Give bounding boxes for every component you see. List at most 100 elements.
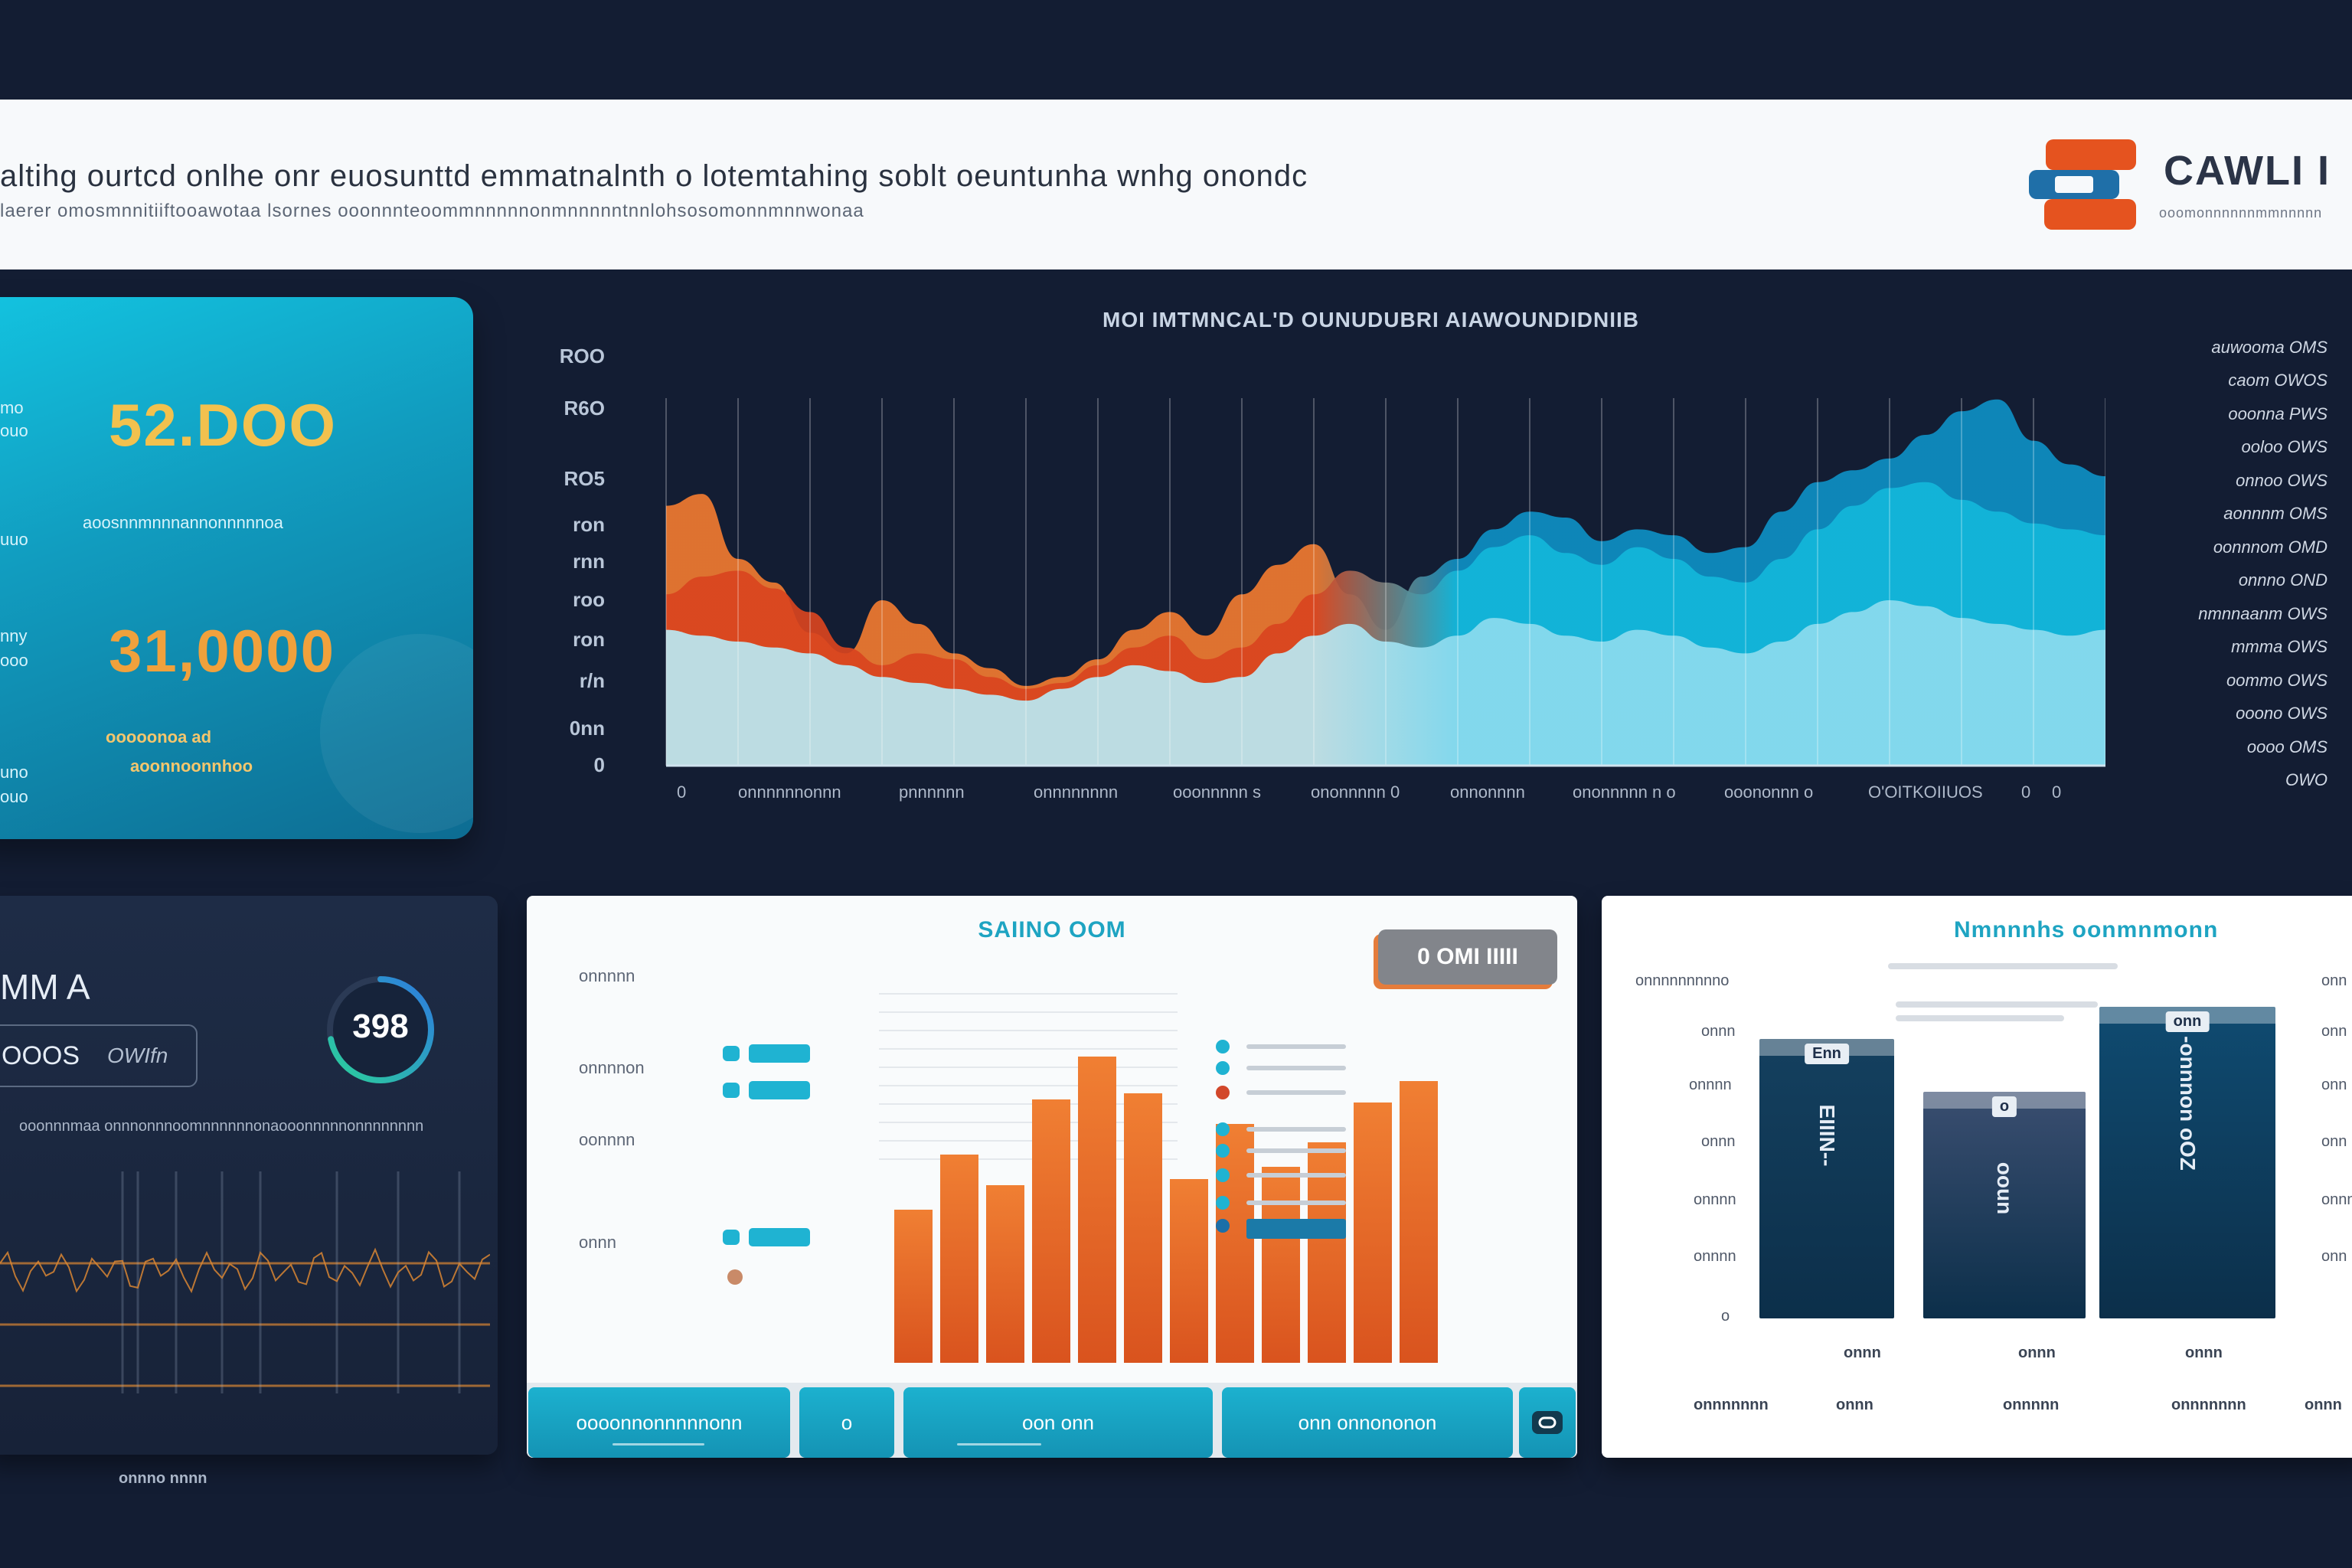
brand-logo-icon[interactable] — [2029, 139, 2136, 230]
brand-name[interactable]: CAWLI I — [2164, 147, 2331, 194]
legend-item[interactable]: aonnnm OMS — [2174, 498, 2328, 531]
column-bar[interactable]: o ooun — [1923, 1092, 2086, 1318]
kpi-primary-value: 52.DOO — [109, 391, 338, 459]
x-tick-label: 0 — [2052, 782, 2062, 802]
kpi-side-label: ooo — [0, 651, 28, 670]
legend-item[interactable]: oommo OWS — [2174, 664, 2328, 697]
footer-dot-button[interactable]: o — [799, 1387, 894, 1458]
bar[interactable] — [1216, 1124, 1254, 1363]
legend-item[interactable]: ooonna PWS — [2174, 397, 2328, 431]
footer-action-label: oooonnonnnnnonn — [576, 1410, 743, 1434]
bar[interactable] — [1262, 1167, 1300, 1363]
bar[interactable] — [1400, 1081, 1438, 1363]
legend-item[interactable]: ooono OWS — [2174, 697, 2328, 731]
column-value-label: ooun — [1993, 1162, 2017, 1215]
legend-item[interactable]: OWO — [2174, 764, 2328, 798]
column-x-label: onnn — [1844, 1344, 1881, 1361]
gauge-value: 398 — [352, 1008, 409, 1045]
bar[interactable] — [1170, 1179, 1208, 1363]
metric-pill[interactable]: OOOS OWIfn — [0, 1024, 198, 1087]
bar[interactable] — [940, 1155, 978, 1363]
bar[interactable] — [894, 1210, 933, 1363]
list-bullet — [1216, 1061, 1230, 1075]
list-line[interactable] — [1246, 1219, 1346, 1239]
legend-item[interactable]: nmnnaanm OWS — [2174, 597, 2328, 631]
list-line — [1246, 1090, 1346, 1095]
column-value-label: -onnnon oOZ — [2176, 1036, 2200, 1171]
footer-action-button[interactable]: oon onn — [903, 1387, 1213, 1458]
list-bullet — [1216, 1122, 1230, 1136]
footer-caption: onnno nnnn — [119, 1470, 207, 1487]
link-icon — [1532, 1411, 1563, 1434]
legend-item[interactable]: oooo OMS — [2174, 730, 2328, 764]
bar-legend-dot — [723, 1230, 740, 1245]
y-tick-label: ron — [573, 628, 605, 651]
legend-item[interactable]: auwooma OMS — [2174, 331, 2328, 364]
legend-item[interactable]: onnno OND — [2174, 564, 2328, 598]
bar-legend-dot — [723, 1046, 740, 1061]
column-badge: onn — [2165, 1011, 2210, 1033]
footer-action-button[interactable]: oooonnonnnnnonn — [528, 1387, 790, 1458]
x-tick-label: 0 — [2021, 782, 2031, 802]
decorative-glow — [320, 634, 473, 833]
legend-item[interactable]: caom OWOS — [2174, 364, 2328, 398]
list-line — [1246, 1200, 1346, 1205]
legend-item[interactable]: ooloo OWS — [2174, 431, 2328, 465]
summary-line — [1896, 1001, 2098, 1008]
column-y-label: o — [1721, 1308, 1730, 1325]
orange-bar-plot[interactable]: ooooooooooooooooo — [573, 949, 1537, 1386]
button-underline — [957, 1443, 1041, 1446]
bar[interactable] — [986, 1185, 1024, 1363]
column-x-label-secondary: onnnnnnn — [1694, 1396, 1769, 1413]
kpi-side-label: uno — [0, 763, 28, 782]
column-y-label-right: onn — [2321, 1076, 2347, 1093]
summary-line — [1896, 1015, 2064, 1021]
x-tick-label: onnnnnnnn — [1034, 782, 1119, 802]
column-x-label-secondary: onnnnnnn — [2171, 1396, 2246, 1413]
y-tick-label: roo — [573, 588, 605, 611]
list-line — [1246, 1066, 1346, 1070]
list-line — [1246, 1148, 1346, 1153]
bar[interactable] — [1124, 1093, 1162, 1363]
footer-link-button[interactable] — [1519, 1387, 1576, 1458]
chart-legend-list: auwooma OMS caom OWOS ooonna PWS ooloo OWS o… — [2174, 331, 2328, 797]
legend-item[interactable]: oonnnom OMD — [2174, 531, 2328, 564]
legend-item[interactable]: mmma OWS — [2174, 631, 2328, 665]
y-tick-label: 0 — [593, 753, 605, 776]
column-value-label: EIIIN-- — [1815, 1104, 1839, 1167]
column-x-label-secondary: onnn — [1836, 1396, 1873, 1413]
main-area-plot[interactable] — [651, 352, 2105, 781]
legend-item[interactable]: onnoo OWS — [2174, 464, 2328, 498]
x-tick-label: onnonnnn — [1450, 782, 1525, 802]
x-tick-label: ooonnnnn s — [1173, 782, 1261, 802]
y-tick-label: 0nn — [569, 717, 605, 740]
bar-legend-swatch[interactable] — [749, 1044, 810, 1063]
column-bar[interactable]: Enn EIIIN-- — [1759, 1039, 1894, 1318]
dark-panel-title: MM A — [0, 967, 90, 1007]
column-x-label-secondary: onnn — [2305, 1396, 2342, 1413]
column-panel-title: Nmnnnhs oonmnmonn — [1954, 917, 2219, 942]
kpi-side-label: ouo — [0, 421, 28, 440]
dark-chart-line — [0, 1247, 490, 1294]
bar-chart-panel: SAIINO OOM onnnnn onnnnon oonnnn onnn 0 … — [527, 896, 1577, 1458]
metric-pill-value: OOOS — [2, 1040, 80, 1070]
footer-action-button[interactable]: onn onnononon — [1222, 1387, 1513, 1458]
kpi-secondary-value: 31,0000 — [109, 617, 335, 684]
y-tick-label: rnn — [573, 550, 605, 573]
bar[interactable] — [1078, 1057, 1116, 1363]
list-bullet — [1216, 1196, 1230, 1210]
x-tick-label: O'OITKOIIUOS — [1868, 782, 1983, 802]
kpi-side-label: mo — [0, 398, 24, 417]
x-tick-label: ononnnnn n o — [1573, 782, 1676, 802]
bar-legend-swatch[interactable] — [749, 1228, 810, 1246]
y-tick-label: ROO — [559, 345, 605, 368]
column-bar[interactable]: onn -onnnon oOZ — [2099, 1007, 2275, 1318]
column-x-label-secondary: onnnnn — [2003, 1396, 2060, 1413]
bar[interactable] — [1032, 1099, 1070, 1363]
list-bullet — [1216, 1168, 1230, 1182]
list-bullet — [1216, 1219, 1230, 1233]
summary-line — [1888, 963, 2118, 969]
bar-legend-swatch[interactable] — [749, 1081, 810, 1099]
bar[interactable] — [1354, 1102, 1392, 1363]
x-tick-label: 0 — [677, 782, 687, 802]
